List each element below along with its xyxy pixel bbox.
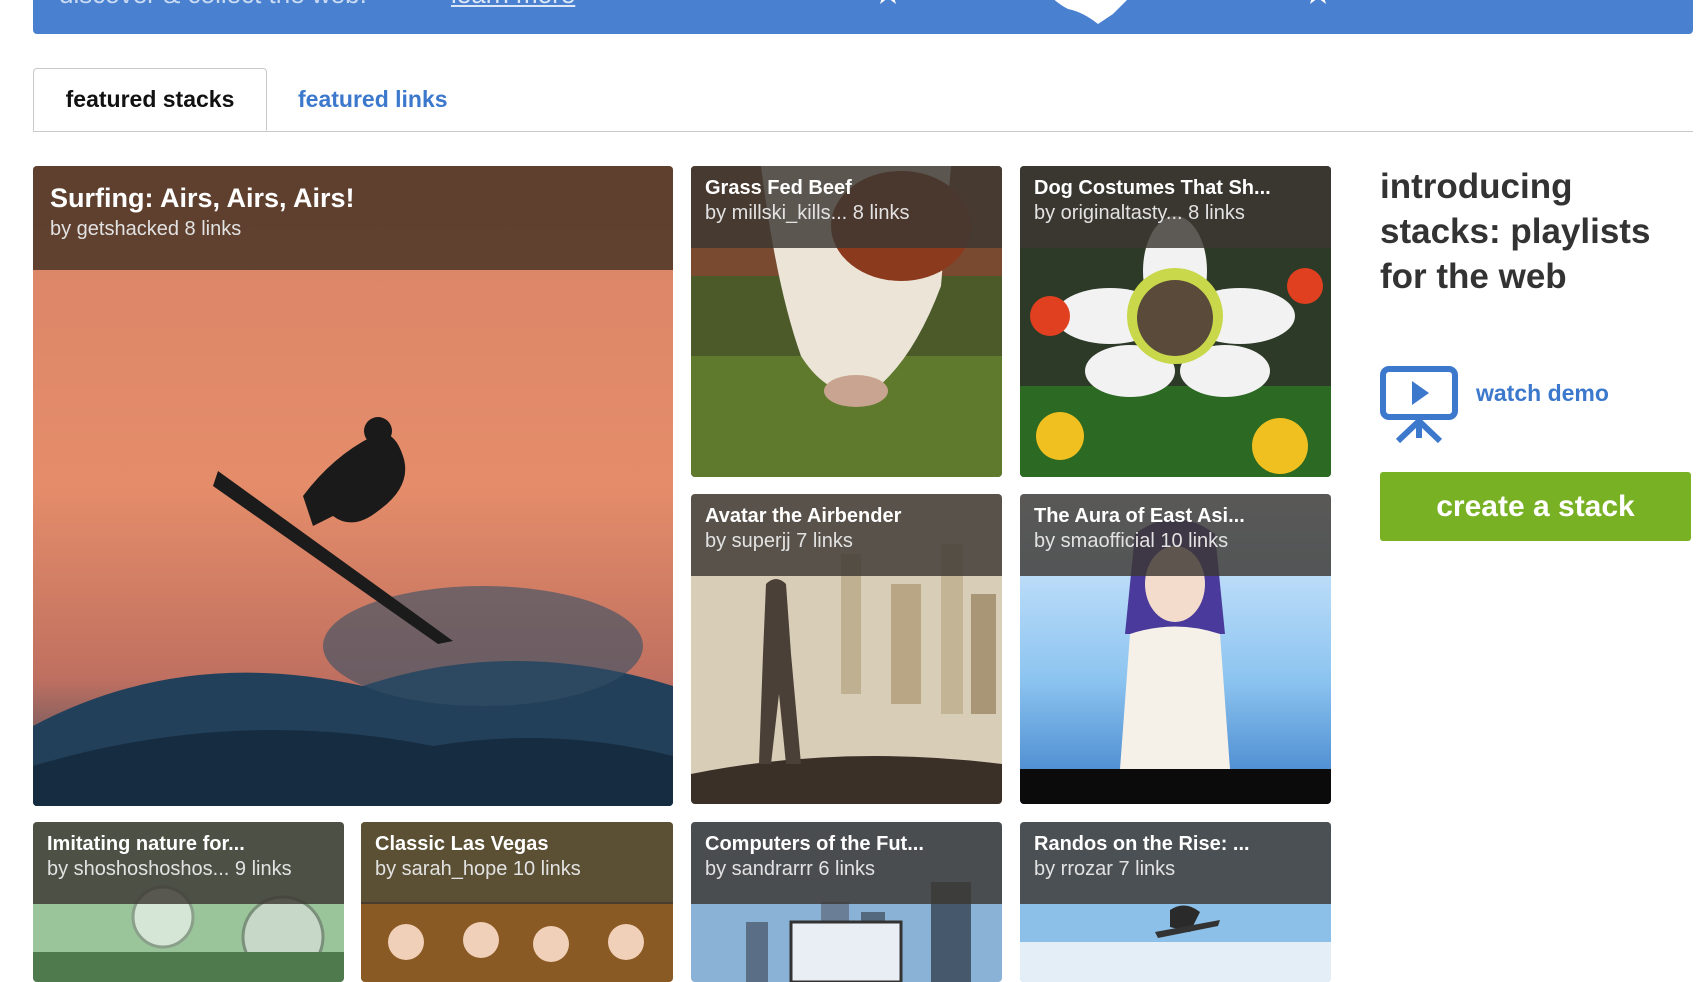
stack-byline: by getshacked 8 links — [50, 218, 242, 240]
star-icon — [880, 0, 896, 4]
watch-demo-link[interactable]: watch demo — [1476, 380, 1609, 407]
top-banner: discover & collect the web. learn more — [33, 0, 1693, 34]
stack-title: Grass Fed Beef — [705, 177, 852, 199]
bird-icon — [1054, 0, 1127, 24]
stack-title: Classic Las Vegas — [375, 833, 549, 855]
stack-byline: by shoshoshoshos... 9 links — [47, 858, 292, 880]
stack-title: Imitating nature for... — [47, 833, 245, 855]
presentation-play-icon[interactable] — [1380, 366, 1458, 444]
stack-byline: by sandrarrr 6 links — [705, 858, 876, 880]
stack-card-imitating-nature[interactable]: Imitating nature for... by shoshoshoshos… — [33, 822, 344, 982]
stack-byline: by rrozar 7 links — [1034, 858, 1176, 880]
stack-card-surfing[interactable]: Surfing: Airs, Airs, Airs! by getshacked… — [33, 166, 673, 806]
tab-featured-stacks[interactable]: featured stacks — [33, 68, 267, 131]
stack-title: Randos on the Rise: ... — [1034, 833, 1250, 855]
stack-card-avatar-airbender[interactable]: Avatar the Airbender by superjj 7 links — [691, 494, 1002, 804]
tab-featured-links[interactable]: featured links — [298, 68, 448, 131]
stack-card-randos-rise[interactable]: Randos on the Rise: ... by rrozar 7 link… — [1020, 822, 1331, 982]
stack-card-computers-future[interactable]: Computers of the Fut... by sandrarrr 6 l… — [691, 822, 1002, 982]
stack-byline: by millski_kills... 8 links — [705, 202, 910, 224]
banner-tagline: discover & collect the web. — [59, 0, 367, 8]
stack-title: Dog Costumes That Sh... — [1034, 177, 1271, 199]
stack-title: Computers of the Fut... — [705, 833, 924, 855]
stack-title: Surfing: Airs, Airs, Airs! — [50, 183, 355, 213]
stack-byline: by smaofficial 10 links — [1034, 530, 1229, 552]
learn-more-link[interactable]: learn more — [451, 0, 575, 8]
intro-heading: introducing stacks: playlists for the we… — [1380, 167, 1651, 296]
star-icon — [1310, 0, 1326, 4]
stack-card-classic-las-vegas[interactable]: Classic Las Vegas by sarah_hope 10 links — [361, 822, 673, 982]
stack-card-aura-east-asia[interactable]: The Aura of East Asi... by smaofficial 1… — [1020, 494, 1331, 804]
stack-byline: by superjj 7 links — [705, 530, 853, 552]
create-stack-button[interactable]: create a stack — [1380, 472, 1691, 541]
stack-card-grass-fed-beef[interactable]: Grass Fed Beef by millski_kills... 8 lin… — [691, 166, 1002, 477]
stack-card-dog-costumes[interactable]: Dog Costumes That Sh... by originaltasty… — [1020, 166, 1331, 477]
stack-title: Avatar the Airbender — [705, 505, 902, 527]
stack-byline: by sarah_hope 10 links — [375, 858, 581, 880]
tab-bar: featured stacks featured links — [33, 68, 1693, 132]
stack-title: The Aura of East Asi... — [1034, 505, 1245, 527]
stack-byline: by originaltasty... 8 links — [1034, 202, 1245, 224]
